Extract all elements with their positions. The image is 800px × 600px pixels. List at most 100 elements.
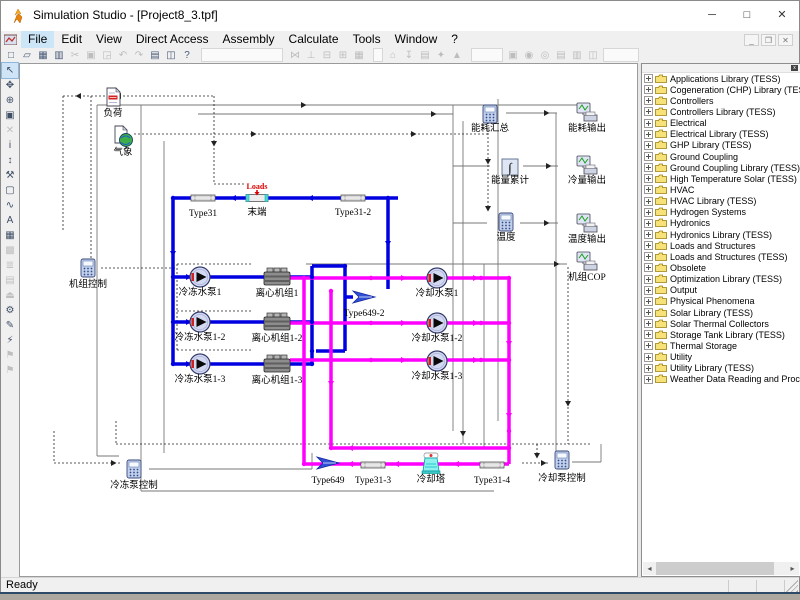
library-item-utility-library-tess[interactable]: Utility Library (TESS) <box>644 363 800 374</box>
node-type649-2[interactable]: Type649-2 <box>343 291 384 319</box>
copy-icon[interactable]: ▣ <box>83 48 99 63</box>
expand-icon[interactable] <box>644 152 653 161</box>
menu-edit[interactable]: Edit <box>54 31 89 48</box>
expand-icon[interactable] <box>644 375 653 384</box>
expand-icon[interactable] <box>644 130 653 139</box>
mdi-close-button[interactable]: ✕ <box>778 34 793 46</box>
expand-icon[interactable] <box>644 319 653 328</box>
node-chiller-1[interactable]: 离心机组1 <box>256 268 299 299</box>
open-icon[interactable]: ▱ <box>19 48 35 63</box>
library-item-applications-library-tess[interactable]: Applications Library (TESS) <box>644 73 800 84</box>
cut-icon[interactable]: ✂ <box>67 48 83 63</box>
library-item-high-temperature-solar-tess[interactable]: High Temperature Solar (TESS) <box>644 173 800 184</box>
expand-icon[interactable] <box>644 219 653 228</box>
library-item-solar-thermal-collectors[interactable]: Solar Thermal Collectors <box>644 318 800 329</box>
library-item-ground-coupling-library-tess[interactable]: Ground Coupling Library (TESS) <box>644 162 800 173</box>
printer-icon[interactable]: ▤ <box>2 273 18 288</box>
expand-icon[interactable] <box>644 197 653 206</box>
node-energy-sum[interactable]: 能耗汇总 <box>471 105 510 134</box>
node-type31[interactable]: Type31 <box>189 195 218 219</box>
menu-file[interactable]: File <box>21 31 54 48</box>
expand-icon[interactable] <box>644 330 653 339</box>
lock-icon[interactable]: ◎ <box>537 48 553 63</box>
library-hscrollbar[interactable]: ◂ ▸ <box>643 562 799 575</box>
fit-width-icon[interactable]: ⊥ <box>303 48 319 63</box>
run-icon[interactable]: ⚡ <box>2 333 18 348</box>
library-item-electrical[interactable]: Electrical <box>644 118 800 129</box>
delete-icon[interactable]: ✕ <box>2 123 18 138</box>
scroll-thumb[interactable] <box>656 562 774 575</box>
new-icon[interactable]: □ <box>3 48 19 63</box>
expand-icon[interactable] <box>644 263 653 272</box>
save-all-icon[interactable]: ▥ <box>51 48 67 63</box>
node-terminal[interactable]: 末端Loads <box>246 182 268 218</box>
menu-direct-access[interactable]: Direct Access <box>129 31 216 48</box>
redo-icon[interactable]: ↷ <box>131 48 147 63</box>
node-temp-out[interactable]: 温度输出 <box>568 214 606 245</box>
node-chw-pump-ctrl[interactable]: 冷冻泵控制 <box>110 460 158 491</box>
info-icon[interactable]: i <box>2 138 18 153</box>
node-chw-pump-2[interactable]: 冷冻水泵1-2 <box>175 312 226 343</box>
mdi-minimize-button[interactable]: _ <box>744 34 759 46</box>
library-item-weather-data-reading-and-process[interactable]: Weather Data Reading and Process <box>644 374 800 385</box>
menu-tools[interactable]: Tools <box>346 31 388 48</box>
table-icon[interactable]: ▤ <box>417 48 433 63</box>
expand-icon[interactable] <box>644 141 653 150</box>
pan-icon[interactable]: ✥ <box>2 78 18 93</box>
text-icon[interactable]: A <box>2 213 18 228</box>
expand-icon[interactable] <box>644 275 653 284</box>
node-chw-pump-3[interactable]: 冷冻水泵1-3 <box>175 354 226 385</box>
expand-icon[interactable] <box>644 341 653 350</box>
print-output-icon[interactable]: ◫ <box>585 48 601 63</box>
eject-icon[interactable]: ⏏ <box>2 288 18 303</box>
mdi-restore-button[interactable]: ❐ <box>761 34 776 46</box>
expand-icon[interactable] <box>644 85 653 94</box>
export-icon[interactable]: ▥ <box>569 48 585 63</box>
node-load[interactable]: 负荷 <box>103 88 123 119</box>
zoom-icon[interactable]: ⊕ <box>2 93 18 108</box>
undo-icon[interactable]: ↶ <box>115 48 131 63</box>
save-icon[interactable]: ▦ <box>35 48 51 63</box>
library-item-hvac[interactable]: HVAC <box>644 184 800 195</box>
node-cw-pump-ctrl[interactable]: 冷却泵控制 <box>538 451 586 484</box>
panel-close-icon[interactable]: x <box>791 65 798 71</box>
wizard-icon[interactable]: ✦ <box>433 48 449 63</box>
layers-icon[interactable]: ≣ <box>2 258 18 273</box>
expand-icon[interactable] <box>644 252 653 261</box>
node-energy-acc[interactable]: 能量累计 <box>491 159 530 186</box>
minimize-button[interactable]: ─ <box>695 1 729 30</box>
expand-icon[interactable] <box>644 96 653 105</box>
link-icon[interactable]: ∿ <box>2 198 18 213</box>
expand-icon[interactable] <box>644 74 653 83</box>
library-item-electrical-library-tess[interactable]: Electrical Library (TESS) <box>644 129 800 140</box>
node-cool-out[interactable]: 冷量输出 <box>568 156 606 186</box>
expand-icon[interactable] <box>644 119 653 128</box>
node-chiller-2[interactable]: 离心机组1-2 <box>252 313 303 344</box>
node-chw-pump-1[interactable]: 冷冻水泵1 <box>179 267 222 298</box>
scroll-right-icon[interactable]: ▸ <box>786 562 799 575</box>
library-item-obsolete[interactable]: Obsolete <box>644 262 800 273</box>
expand-icon[interactable] <box>644 107 653 116</box>
print-icon[interactable]: ▤ <box>147 48 163 63</box>
library-item-ghp-library-tess[interactable]: GHP Library (TESS) <box>644 140 800 151</box>
settings-icon[interactable]: ⚙ <box>2 303 18 318</box>
node-unit-cop[interactable]: 机组COP <box>568 252 605 283</box>
library-item-optimization-library-tess[interactable]: Optimization Library (TESS) <box>644 274 800 285</box>
library-item-storage-tank-library-tess[interactable]: Storage Tank Library (TESS) <box>644 329 800 340</box>
fit-page-icon[interactable]: ⋈ <box>287 48 303 63</box>
terrain-icon[interactable]: ▲ <box>449 48 465 63</box>
expand-icon[interactable] <box>644 230 653 239</box>
output-manager-icon[interactable]: ▣ <box>505 48 521 63</box>
print-preview-icon[interactable]: ◫ <box>163 48 179 63</box>
menu-window[interactable]: Window <box>388 31 445 48</box>
library-item-physical-phenomena[interactable]: Physical Phenomena <box>644 296 800 307</box>
expand-icon[interactable] <box>644 364 653 373</box>
wrench-icon[interactable]: ⚒ <box>2 168 18 183</box>
library-item-hydronics[interactable]: Hydronics <box>644 218 800 229</box>
scroll-left-icon[interactable]: ◂ <box>643 562 656 575</box>
expand-icon[interactable] <box>644 286 653 295</box>
expand-icon[interactable] <box>644 185 653 194</box>
node-cw-pump-3[interactable]: 冷却水泵1-3 <box>412 351 463 382</box>
library-item-loads-and-structures-tess[interactable]: Loads and Structures (TESS) <box>644 251 800 262</box>
zoom-in-icon[interactable]: ⊞ <box>335 48 351 63</box>
